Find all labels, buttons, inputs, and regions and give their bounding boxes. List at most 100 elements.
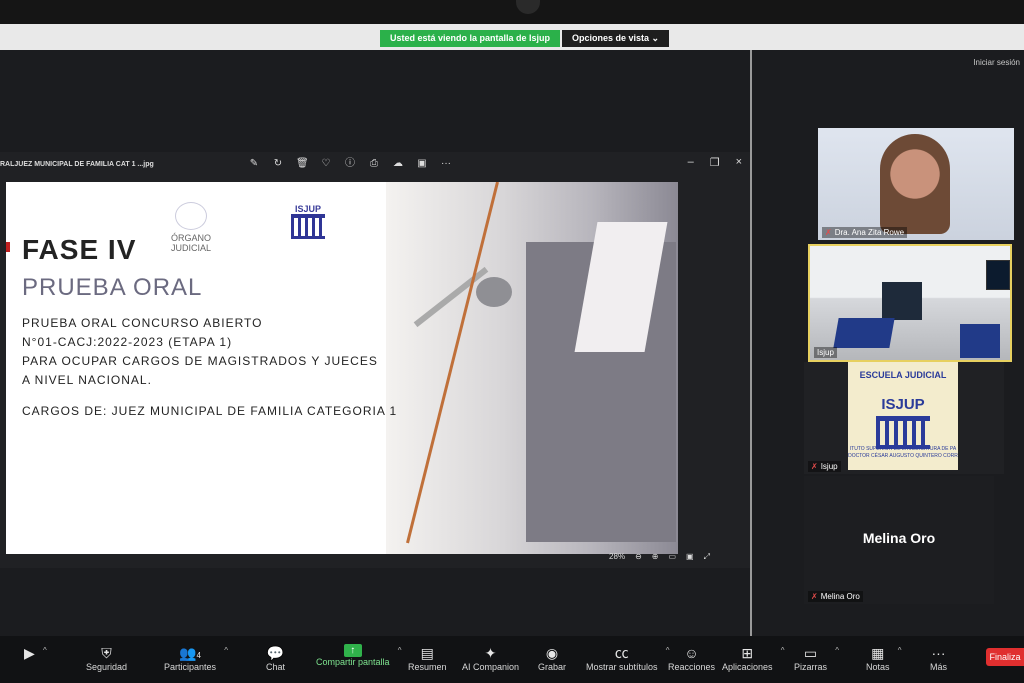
chevron-up-icon[interactable]: ^ bbox=[835, 646, 839, 655]
cloud-icon[interactable]: ☁ bbox=[392, 158, 404, 170]
view-options-button[interactable]: Opciones de vista ⌄ bbox=[562, 30, 670, 47]
participant-tile[interactable]: ✗ Dra. Ana Zita Rowe bbox=[818, 128, 1014, 240]
more-icon[interactable]: ··· bbox=[440, 158, 452, 170]
summary-label: Resumen bbox=[408, 662, 447, 672]
temple-icon bbox=[291, 214, 325, 239]
more-button[interactable]: ··· Más bbox=[930, 644, 947, 672]
shield-icon: ⛨ bbox=[101, 645, 112, 661]
mic-muted-icon: ✗ bbox=[825, 228, 832, 237]
folder-icon[interactable]: ▣ bbox=[416, 158, 428, 170]
chevron-up-icon[interactable]: ^ bbox=[398, 646, 402, 655]
slide-subheading: PRUEBA ORAL bbox=[22, 274, 203, 301]
mic-muted-icon: ✗ bbox=[811, 462, 818, 471]
escuela-judicial-logo: ESCUELA JUDICIAL ISJUP ITUTO SUPERIOR DE… bbox=[848, 362, 958, 470]
isjup-logo-text: ISJUP bbox=[294, 204, 321, 214]
room-desk bbox=[960, 324, 1000, 358]
slide-body-line: N°01-CACJ:2022-2023 (ETAPA 1) bbox=[22, 335, 233, 349]
viewer-footer: 28% ⊖ ⊕ ▭ ▣ ⤢ bbox=[0, 548, 752, 568]
apps-icon: ⊞ bbox=[741, 645, 754, 661]
share-screen-button[interactable]: ↑ Compartir pantalla ^ bbox=[316, 644, 402, 667]
signin-link[interactable]: Iniciar sesión bbox=[973, 58, 1020, 67]
print-icon[interactable]: ⎙ bbox=[368, 158, 380, 170]
chevron-up-icon[interactable]: ^ bbox=[43, 646, 47, 655]
record-button[interactable]: ◉ Grabar bbox=[538, 644, 566, 672]
cc-icon: ㏄ bbox=[614, 645, 629, 661]
info-icon[interactable]: ⓘ bbox=[344, 158, 356, 170]
people-icon: 👥4 bbox=[179, 645, 201, 661]
notes-icon: ▦ bbox=[871, 645, 885, 661]
slide-body-line: PRUEBA ORAL CONCURSO ABIERTO bbox=[22, 316, 263, 330]
escuela-title: ESCUELA JUDICIAL bbox=[859, 370, 947, 380]
fullscreen-icon[interactable]: ⤢ bbox=[704, 552, 710, 562]
room-desk bbox=[833, 318, 895, 348]
slide-heading: FASE IV bbox=[22, 234, 137, 265]
video-camera-icon: ▶ bbox=[24, 645, 35, 661]
restore-button[interactable]: ❐ bbox=[710, 156, 720, 169]
reactions-button[interactable]: ☺ Reacciones bbox=[668, 644, 715, 672]
edit-icon[interactable]: ✎ bbox=[248, 158, 260, 170]
summary-button[interactable]: ▤ Resumen bbox=[408, 644, 447, 672]
whiteboard-icon: ▭ bbox=[803, 645, 818, 661]
slide-body: PRUEBA ORAL CONCURSO ABIERTO N°01-CACJ:2… bbox=[22, 314, 378, 390]
subtitles-label: Mostrar subtítulos bbox=[586, 662, 658, 672]
escuela-subtitle: ITUTO SUPERIOR DE LA JUDICATURA DE PA DO… bbox=[848, 446, 958, 459]
heart-icon[interactable]: ♡ bbox=[320, 158, 332, 170]
room-door bbox=[882, 282, 922, 320]
chevron-up-icon[interactable]: ^ bbox=[781, 646, 785, 655]
more-icon: ··· bbox=[931, 645, 946, 661]
actual-size-icon[interactable]: ▣ bbox=[686, 552, 694, 562]
viewer-file-title: RALJUEZ MUNICIPAL DE FAMILIA CAT 1 ...jp… bbox=[0, 161, 154, 168]
subtitles-button[interactable]: ㏄ Mostrar subtítulos ^ bbox=[586, 644, 670, 672]
share-label: Compartir pantalla bbox=[316, 657, 390, 667]
ai-companion-label: AI Companion bbox=[462, 662, 520, 672]
chevron-up-icon[interactable]: ^ bbox=[898, 646, 902, 655]
viewer-toolbar: RALJUEZ MUNICIPAL DE FAMILIA CAT 1 ...jp… bbox=[0, 152, 752, 178]
video-button[interactable]: ▶ ^ bbox=[24, 644, 47, 662]
participant-display-name: Melina Oro bbox=[862, 530, 936, 546]
record-icon: ◉ bbox=[545, 645, 559, 661]
chat-button[interactable]: 💬 Chat bbox=[266, 644, 285, 672]
temple-icon bbox=[876, 416, 930, 449]
notes-button[interactable]: ▦ Notas ^ bbox=[866, 644, 902, 672]
minimize-button[interactable]: – bbox=[688, 156, 694, 169]
participant-video bbox=[880, 134, 950, 234]
apps-label: Aplicaciones bbox=[722, 662, 773, 672]
smiley-icon: ☺ bbox=[684, 645, 699, 661]
participant-name: ✗ Isjup bbox=[808, 461, 841, 472]
participant-tile[interactable]: ESCUELA JUDICIAL ISJUP ITUTO SUPERIOR DE… bbox=[804, 362, 1004, 474]
zoom-out-icon[interactable]: ⊖ bbox=[635, 552, 642, 562]
whiteboards-button[interactable]: ▭ Pizarras ^ bbox=[794, 644, 839, 672]
notes-label: Notas bbox=[866, 662, 890, 672]
trash-icon[interactable]: 🗑 bbox=[296, 158, 309, 170]
apps-button[interactable]: ⊞ Aplicaciones ^ bbox=[722, 644, 785, 672]
security-button[interactable]: ⛨ Seguridad bbox=[86, 644, 127, 672]
window-controls: – ❐ × bbox=[688, 156, 742, 169]
end-meeting-button[interactable]: Finaliza bbox=[986, 648, 1024, 666]
slide-body-line: PARA OCUPAR CARGOS DE MAGISTRADOS Y JUEC… bbox=[22, 354, 378, 368]
chevron-up-icon[interactable]: ^ bbox=[224, 646, 228, 655]
share-arrow-icon: ↑ bbox=[343, 644, 362, 657]
whiteboards-label: Pizarras bbox=[794, 662, 828, 672]
red-marker bbox=[6, 242, 10, 252]
participant-tile[interactable]: Melina Oro ✗ Melina Oro bbox=[804, 476, 994, 604]
sparkle-icon: ✦ bbox=[484, 645, 497, 661]
fit-icon[interactable]: ▭ bbox=[668, 552, 676, 562]
view-options-label: Opciones de vista bbox=[572, 33, 650, 43]
chat-icon: 💬 bbox=[266, 645, 285, 661]
record-label: Grabar bbox=[538, 662, 567, 672]
zoom-controls: 28% ⊖ ⊕ ▭ ▣ ⤢ bbox=[609, 552, 710, 562]
zoom-level: 28% bbox=[609, 552, 626, 561]
splitter-handle[interactable] bbox=[750, 50, 752, 648]
more-label: Más bbox=[930, 662, 948, 672]
participants-button[interactable]: 👥4 Participantes ^ bbox=[164, 644, 228, 672]
rotate-icon[interactable]: ↻ bbox=[272, 158, 284, 170]
isjup-logo: ISJUP bbox=[274, 202, 342, 252]
close-button[interactable]: × bbox=[736, 156, 742, 169]
ai-companion-button[interactable]: ✦ AI Companion bbox=[462, 644, 519, 672]
security-label: Seguridad bbox=[86, 662, 128, 672]
viewing-banner: Usted está viendo la pantalla de Isjup bbox=[380, 30, 561, 47]
chat-label: Chat bbox=[266, 662, 286, 672]
zoom-in-icon[interactable]: ⊕ bbox=[652, 552, 659, 562]
participant-name: ✗ Dra. Ana Zita Rowe bbox=[822, 227, 908, 238]
participant-tile-active[interactable]: Isjup bbox=[808, 244, 1012, 362]
